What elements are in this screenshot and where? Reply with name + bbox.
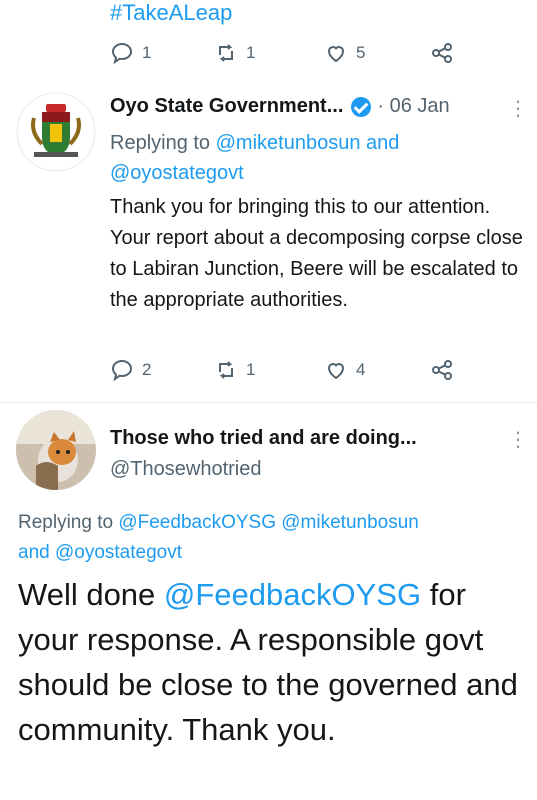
mention-link[interactable]: @oyostategovt [110,162,244,184]
like-count: 5 [356,43,366,62]
retweet-action[interactable]: 1 [214,41,255,65]
reply-count: 1 [142,43,152,62]
tweet1-header: Oyo State Government... · 06 Jan [110,95,450,118]
avatar-thosewhotried[interactable] [16,410,96,490]
cat-photo-avatar [16,410,96,490]
retweet-count: 1 [246,43,256,62]
author-name[interactable]: Those who tried and are doing... [110,427,417,450]
mention-link[interactable]: @oyostategovt [55,542,182,563]
mention-link[interactable]: @miketunbosun [281,512,419,533]
reply-icon [111,359,133,382]
replying-prefix: Replying to [18,512,119,533]
author-name[interactable]: Oyo State Government... [110,95,343,118]
heart-icon [327,46,345,63]
more-options-icon[interactable]: ⋮ [508,427,528,452]
like-action[interactable]: 5 [324,41,365,65]
tweet-text: Thank you for bringing this to our atten… [110,196,523,311]
retweet-icon [219,44,233,62]
mention-joiner: and [360,132,400,154]
share-action[interactable] [430,358,454,382]
heart-icon [327,363,345,380]
author-handle[interactable]: @Thosewhotried [110,458,261,481]
like-action[interactable]: 4 [324,358,365,382]
replying-to-line: Replying to @miketunbosun and @oyostateg… [110,128,520,188]
divider [0,402,537,403]
like-count: 4 [356,360,366,379]
retweet-action[interactable]: 1 [214,358,255,382]
reply-action[interactable]: 1 [110,41,151,65]
tweet-text: Well done @FeedbackOYSG for your respons… [18,572,528,752]
tweet-date[interactable]: · 06 Jan [377,95,449,118]
tweet-text-prefix: Well done [18,577,164,612]
verified-badge-icon [351,96,372,117]
reply-count: 2 [142,360,152,379]
avatar-oyo-state[interactable] [16,92,96,172]
share-icon [432,43,452,63]
more-options-icon[interactable]: ⋮ [508,96,528,121]
retweet-count: 1 [246,360,256,379]
share-action[interactable] [430,41,454,65]
share-icon [432,360,452,380]
retweet-icon [219,361,233,379]
mention-link[interactable]: @FeedbackOYSG [164,577,421,612]
reply-action[interactable]: 2 [110,358,151,382]
mention-link[interactable]: @miketunbosun [216,132,361,154]
mention-joiner: and [18,542,55,563]
mention-link[interactable]: @FeedbackOYSG [118,512,276,533]
hashtag-link[interactable]: #TakeALeap [110,0,232,26]
coat-of-arms-logo [16,92,96,172]
replying-to-line: Replying to @FeedbackOYSG @miketunbosun … [18,508,528,568]
reply-icon [111,42,133,65]
replying-prefix: Replying to [110,132,216,154]
